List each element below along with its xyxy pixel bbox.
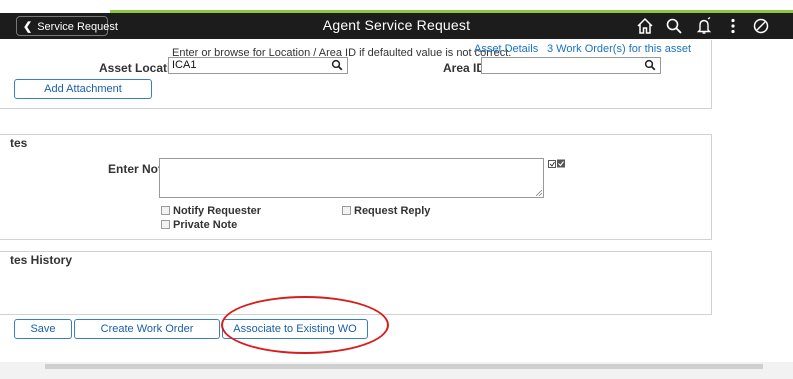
request-reply-checkbox[interactable] (342, 206, 351, 215)
home-icon[interactable] (636, 17, 654, 35)
more-options-icon[interactable] (724, 17, 742, 35)
area-id-label: Area ID (443, 61, 486, 75)
spellcheck-icon[interactable] (548, 158, 566, 168)
notes-section-title: tes (10, 136, 28, 150)
lookup-search-icon[interactable] (331, 59, 343, 71)
request-reply-label: Request Reply (354, 205, 431, 217)
asset-details-link[interactable]: Asset Details (474, 43, 538, 55)
private-note-checkbox[interactable] (161, 220, 170, 229)
notify-requester-checkbox[interactable] (161, 206, 170, 215)
scrollbar-thumb[interactable] (45, 364, 763, 369)
circle-slash-icon[interactable] (752, 17, 770, 35)
notes-history-title: tes History (10, 253, 73, 267)
save-button[interactable]: Save (14, 319, 72, 339)
area-id-input[interactable] (481, 57, 661, 74)
highlight-annotation (221, 296, 389, 354)
resize-handle-icon[interactable] (536, 190, 542, 196)
note-textarea[interactable] (159, 158, 544, 198)
create-work-order-button[interactable]: Create Work Order (74, 319, 220, 339)
horizontal-scrollbar[interactable] (0, 362, 793, 379)
work-orders-link[interactable]: 3 Work Order(s) for this asset (547, 43, 691, 55)
add-attachment-button[interactable]: Add Attachment (14, 79, 152, 99)
asset-location-value: ICA1 (172, 59, 197, 71)
app-header: ❮ Service Request Agent Service Request (0, 13, 793, 39)
private-note-label: Private Note (173, 219, 238, 231)
notification-icon[interactable] (695, 17, 713, 35)
top-strip (0, 0, 793, 13)
search-icon[interactable] (665, 17, 683, 35)
notify-requester-label: Notify Requester (173, 205, 262, 217)
asset-location-input[interactable]: ICA1 (168, 57, 348, 74)
lookup-search-icon[interactable] (644, 59, 656, 71)
